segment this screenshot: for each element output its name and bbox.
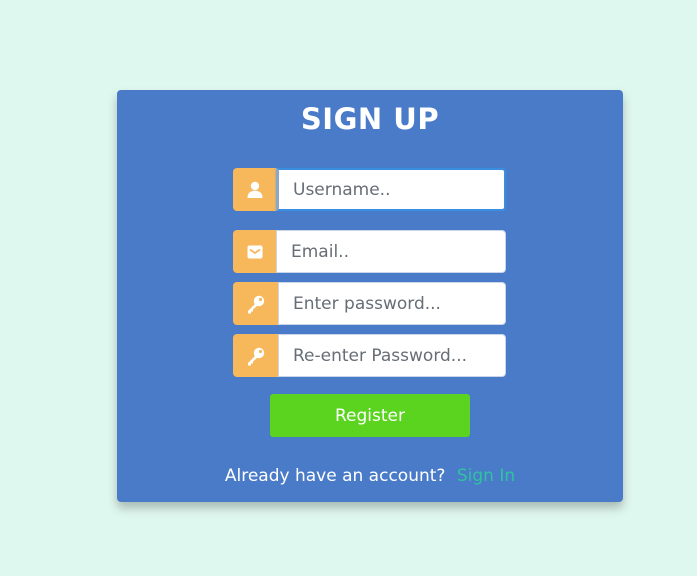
key-icon (248, 347, 265, 366)
key-icon-box (233, 334, 279, 377)
register-button[interactable]: Register (270, 394, 470, 437)
form-title: SIGN UP (300, 102, 440, 136)
signin-prompt: Already have an account? Sign In (117, 466, 623, 486)
signin-link[interactable]: Sign In (457, 466, 515, 486)
user-icon (247, 181, 263, 198)
username-field (233, 168, 506, 211)
signup-card: SIGN UP Username.. Email.. Register Alre… (117, 90, 623, 502)
envelope-icon (247, 245, 263, 259)
key-icon-box (233, 282, 279, 325)
envelope-icon-box (233, 230, 277, 273)
password-input[interactable] (278, 282, 506, 325)
key-icon (248, 295, 265, 314)
email-field (233, 230, 506, 273)
footer-text: Already have an account? (224, 466, 446, 486)
password-field (233, 282, 506, 325)
confirm-password-input[interactable] (278, 334, 506, 377)
username-input[interactable] (276, 168, 506, 211)
user-icon-box (233, 168, 277, 211)
email-input[interactable] (276, 230, 506, 273)
confirm-password-field (233, 334, 506, 377)
